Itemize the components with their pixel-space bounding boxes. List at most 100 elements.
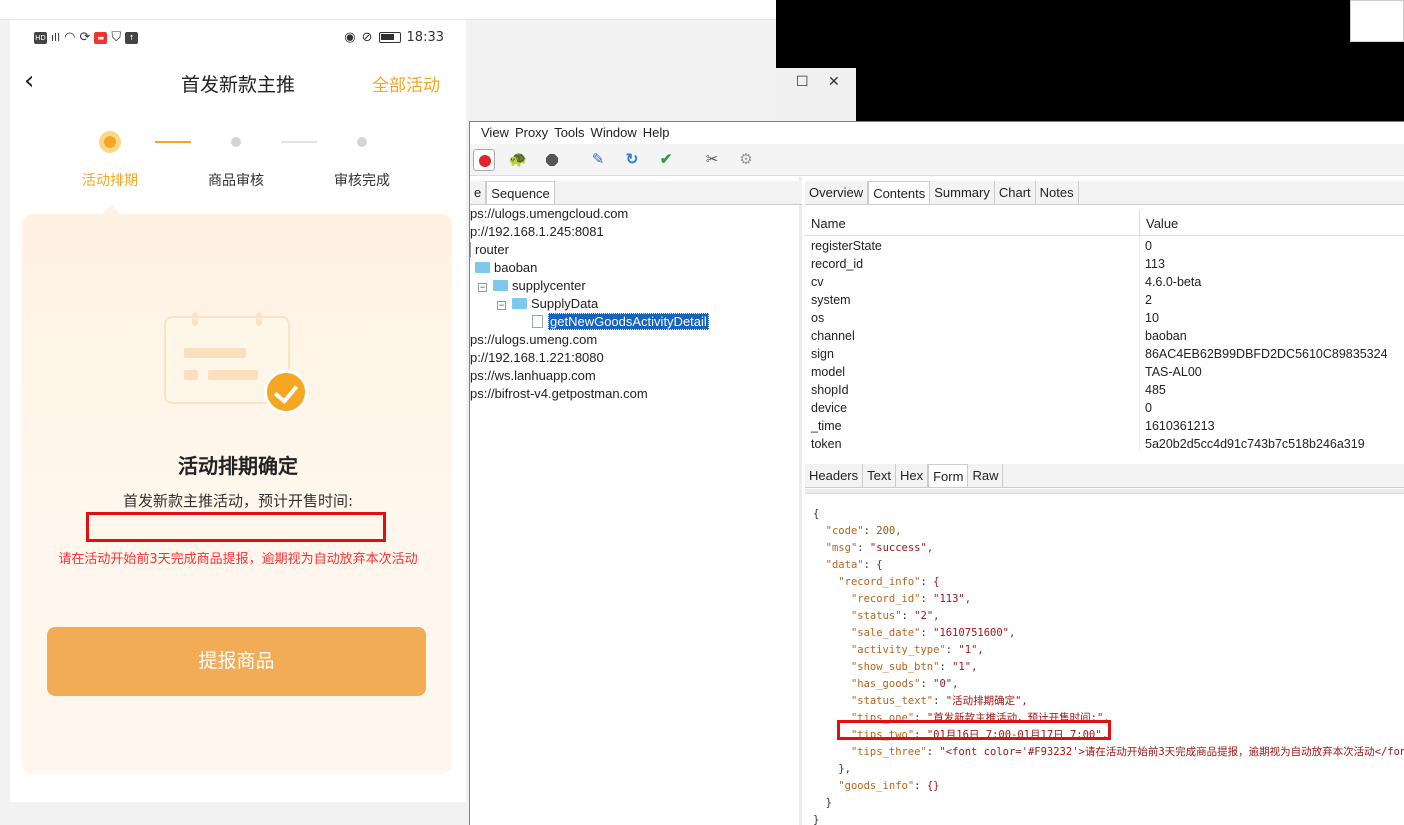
step-2-indicator	[231, 137, 241, 147]
tree-host-192-245[interactable]: p://192.168.1.245:8081	[470, 223, 604, 241]
tree-host-lanhu[interactable]: ps://ws.lanhuapp.com	[470, 367, 596, 385]
tree-router-label: router	[475, 242, 509, 257]
table-row[interactable]: channel baoban	[805, 327, 1404, 345]
tree-endpoint[interactable]: getNewGoodsActivityDetail	[532, 313, 709, 331]
json-line: {	[813, 508, 820, 520]
json-line: "status_text": "活动排期确定",	[850, 695, 1028, 707]
wifi-icon: ◠	[64, 30, 76, 45]
validate-icon[interactable]: ✔	[655, 149, 677, 171]
tab-sequence[interactable]: Sequence	[486, 181, 555, 204]
tree-endpoint-label: getNewGoodsActivityDetail	[548, 313, 709, 330]
table-row[interactable]: token 5a20b2d5cc4d91c743b7c518b246a319	[805, 435, 1404, 453]
step-3-label: 审核完成	[334, 173, 390, 189]
file-icon	[532, 315, 543, 328]
submit-goods-button[interactable]: 提报商品	[47, 627, 426, 696]
step-3-indicator	[357, 137, 367, 147]
status-heading: 活动排期确定	[178, 454, 298, 478]
json-line: "has_goods": "0",	[850, 678, 959, 690]
table-row[interactable]: cv 4.6.0-beta	[805, 273, 1404, 291]
table-row[interactable]: device 0	[805, 399, 1404, 417]
tab-contents[interactable]: Contents	[868, 181, 931, 204]
step-connector-1	[155, 141, 191, 143]
folder-icon	[512, 298, 527, 309]
tools-icon[interactable]: ✂	[701, 149, 723, 171]
charles-window: View Proxy Tools Window Help 🐢 ✎ ↻ ✔ ✂ ⚙…	[469, 121, 1404, 825]
phone-screen: HD ıll ◠ ⟳ ▬ ⛉ ↑ ◉ ⊘ 18:33 ‹ 首发新款主推 全部活动…	[10, 20, 466, 802]
collapse-icon[interactable]: −	[478, 283, 487, 292]
signal-icon: ıll	[51, 31, 61, 44]
column-value-header[interactable]: Value	[1146, 216, 1178, 231]
structure-tabs: e Sequence	[470, 181, 802, 205]
tree-router[interactable]: router	[470, 241, 509, 259]
background-window-topbar	[0, 0, 776, 20]
status-bar-right: ◉ ⊘ 18:33	[344, 30, 444, 45]
tree-host-192-221[interactable]: p://192.168.1.221:8080	[470, 349, 604, 367]
menu-tools[interactable]: Tools	[551, 122, 587, 144]
table-row[interactable]: os 10	[805, 309, 1404, 327]
menu-help[interactable]: Help	[640, 122, 673, 144]
record-icon[interactable]	[473, 149, 495, 171]
json-response-viewer[interactable]: { "code": 200, "msg": "success", "data":…	[805, 493, 1404, 825]
maximize-icon[interactable]: ☐	[796, 74, 809, 90]
tree-supplycenter[interactable]: − supplycenter	[478, 277, 586, 295]
param-name: channel	[811, 329, 855, 343]
table-row[interactable]: _time 1610361213	[805, 417, 1404, 435]
param-value: 10	[1145, 311, 1159, 325]
tab-headers[interactable]: Headers	[805, 464, 864, 487]
folder-icon	[475, 262, 490, 273]
upload-icon: ↑	[125, 31, 139, 44]
table-row[interactable]: registerState 0	[805, 237, 1404, 255]
folder-icon	[493, 280, 508, 291]
tab-text[interactable]: Text	[863, 464, 896, 487]
sync-icon: ⟳	[79, 30, 91, 45]
throttle-icon[interactable]: 🐢	[507, 149, 529, 171]
tab-summary[interactable]: Summary	[930, 181, 995, 204]
background-dark-region	[776, 0, 1404, 122]
tree-host-umeng[interactable]: ps://ulogs.umeng.com	[470, 331, 597, 349]
table-row[interactable]: system 2	[805, 291, 1404, 309]
tree-supplydata[interactable]: − SupplyData	[497, 295, 598, 313]
tab-chart[interactable]: Chart	[994, 181, 1036, 204]
collapse-icon[interactable]: −	[497, 301, 506, 310]
param-name: model	[811, 365, 846, 379]
tab-overview[interactable]: Overview	[805, 181, 869, 204]
tab-structure[interactable]: e	[470, 181, 487, 204]
menu-window[interactable]: Window	[588, 122, 640, 144]
tab-hex[interactable]: Hex	[895, 464, 929, 487]
detail-pane: Overview Contents Summary Chart Notes Na…	[805, 177, 1404, 825]
menu-proxy[interactable]: Proxy	[512, 122, 551, 144]
tab-form[interactable]: Form	[928, 464, 969, 487]
check-icon	[264, 370, 308, 414]
repeat-icon[interactable]: ↻	[621, 149, 643, 171]
param-value: 485	[1145, 383, 1166, 397]
json-line: "goods_info": {}	[838, 780, 940, 792]
column-name-header[interactable]: Name	[811, 216, 846, 231]
param-value: TAS-AL00	[1145, 365, 1202, 379]
step-1-label: 活动排期	[82, 173, 138, 189]
json-line: "tips_three": "<font color='#F93232'>请在活…	[850, 746, 1404, 758]
json-line: "msg": "success",	[825, 542, 934, 554]
tree-host-postman[interactable]: ps://bifrost-v4.getpostman.com	[470, 385, 648, 403]
tips-one-text: 首发新款主推活动，预计开售时间:	[122, 492, 354, 510]
tab-notes[interactable]: Notes	[1035, 181, 1079, 204]
tips-three-warning: 请在活动开始前3天完成商品提报，逾期视为自动放弃本次活动	[58, 552, 418, 567]
settings-gear-icon[interactable]: ⚙	[735, 149, 757, 171]
table-row[interactable]: sign 86AC4EB62B99DBFD2DC5610C89835324	[805, 345, 1404, 363]
tree-host-umengcloud[interactable]: ps://ulogs.umengcloud.com	[470, 205, 628, 223]
json-line: "sale_date": "1610751600",	[850, 627, 1016, 639]
tab-raw[interactable]: Raw	[968, 464, 1004, 487]
param-name: registerState	[811, 239, 882, 253]
compose-icon[interactable]: ✎	[587, 149, 609, 171]
params-table-header: Name Value	[805, 210, 1404, 236]
json-line: "code": 200,	[825, 525, 902, 537]
table-row[interactable]: record_id 113	[805, 255, 1404, 273]
menu-bar: View Proxy Tools Window Help	[470, 122, 1404, 144]
table-row[interactable]: model TAS-AL00	[805, 363, 1404, 381]
eye-icon: ◉	[344, 30, 356, 45]
breakpoint-icon[interactable]	[541, 149, 563, 171]
all-activity-link[interactable]: 全部活动	[372, 71, 440, 96]
close-icon[interactable]: ✕	[828, 74, 840, 90]
menu-view[interactable]: View	[478, 122, 512, 144]
table-row[interactable]: shopId 485	[805, 381, 1404, 399]
tree-baoban[interactable]: baoban	[475, 259, 537, 277]
